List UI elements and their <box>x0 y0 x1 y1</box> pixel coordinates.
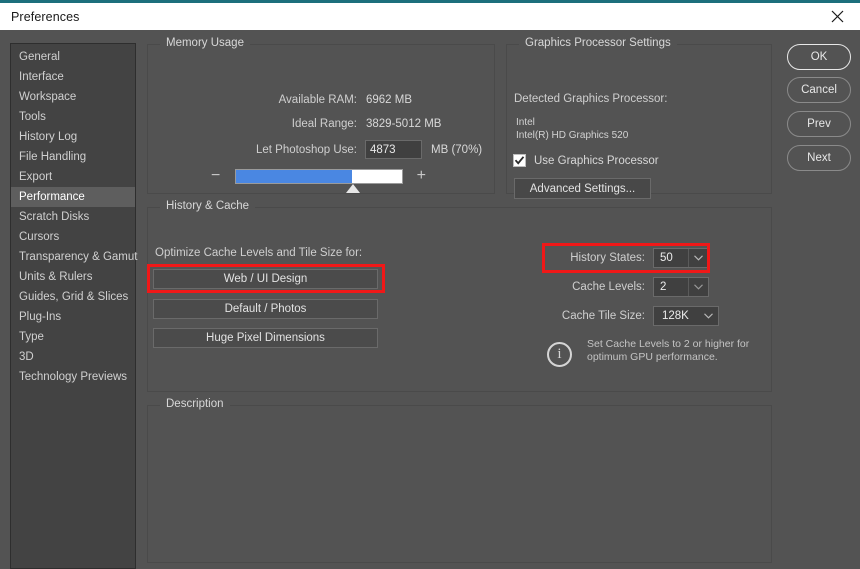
sidebar-item-general[interactable]: General <box>11 47 135 67</box>
description-group: Description <box>147 398 772 563</box>
slider-increase-icon[interactable]: + <box>417 168 426 184</box>
cache-tile-size-value: 128K <box>662 310 689 322</box>
available-ram-row: Available RAM: 6962 MB <box>147 94 412 106</box>
detected-gpu-label: Detected Graphics Processor: <box>514 93 668 105</box>
preferences-category-list[interactable]: General Interface Workspace Tools Histor… <box>10 43 137 569</box>
gpu-model: Intel(R) HD Graphics 520 <box>516 130 629 141</box>
chevron-down-icon[interactable] <box>688 278 708 296</box>
use-graphics-processor-label: Use Graphics Processor <box>534 154 659 167</box>
memory-amount-input[interactable]: 4873 <box>365 140 422 159</box>
sidebar-item-transparency-gamut[interactable]: Transparency & Gamut <box>11 247 137 267</box>
cache-levels-row: Cache Levels: 2 <box>500 277 709 297</box>
sidebar-item-cursors[interactable]: Cursors <box>11 227 135 247</box>
cache-tile-size-dropdown[interactable]: 128K <box>653 306 719 326</box>
next-button[interactable]: Next <box>787 145 851 171</box>
graphics-processor-group-title: Graphics Processor Settings <box>519 37 677 49</box>
cache-levels-dropdown[interactable]: 2 <box>653 277 709 297</box>
close-icon[interactable] <box>814 3 860 30</box>
history-states-dropdown[interactable]: 50 <box>653 248 709 268</box>
ideal-range-value: 3829-5012 MB <box>366 118 442 130</box>
let-photoshop-use-row: Let Photoshop Use: 4873 MB (70%) <box>147 140 482 159</box>
history-cache-group-title: History & Cache <box>160 200 256 212</box>
detected-gpu-row: Detected Graphics Processor: <box>514 93 667 105</box>
sidebar-item-3d[interactable]: 3D <box>11 347 135 367</box>
sidebar-item-type[interactable]: Type <box>11 327 135 347</box>
use-graphics-processor-row[interactable]: Use Graphics Processor <box>513 154 659 167</box>
ideal-range-label: Ideal Range: <box>291 118 357 130</box>
memory-unit-label: MB (70%) <box>431 143 483 156</box>
slider-fill <box>236 170 353 183</box>
history-states-value: 50 <box>660 252 673 264</box>
sidebar-item-plug-ins[interactable]: Plug-Ins <box>11 307 135 327</box>
sidebar-item-scratch-disks[interactable]: Scratch Disks <box>11 207 135 227</box>
sidebar-item-tools[interactable]: Tools <box>11 107 135 127</box>
cancel-button[interactable]: Cancel <box>787 77 851 103</box>
sidebar-item-technology-previews[interactable]: Technology Previews <box>11 367 135 387</box>
advanced-settings-button[interactable]: Advanced Settings... <box>514 178 651 199</box>
sidebar-item-workspace[interactable]: Workspace <box>11 87 135 107</box>
gpu-vendor: Intel <box>516 117 535 128</box>
sidebar-item-history-log[interactable]: History Log <box>11 127 135 147</box>
slider-decrease-icon[interactable]: − <box>211 168 220 184</box>
sidebar-item-performance[interactable]: Performance <box>11 187 135 207</box>
sidebar-item-units-rulers[interactable]: Units & Rulers <box>11 267 135 287</box>
preset-web-ui-design-button[interactable]: Web / UI Design <box>153 269 378 289</box>
history-states-label: History States: <box>570 252 645 264</box>
history-states-row: History States: 50 <box>500 248 709 268</box>
prev-button[interactable]: Prev <box>787 111 851 137</box>
cache-tile-size-row: Cache Tile Size: 128K <box>500 306 719 326</box>
cache-levels-label: Cache Levels: <box>572 281 645 293</box>
sidebar-item-guides-grid-slices[interactable]: Guides, Grid & Slices <box>11 287 135 307</box>
chevron-down-icon[interactable] <box>688 249 708 267</box>
cache-levels-value: 2 <box>660 281 667 293</box>
chevron-down-icon[interactable] <box>698 307 718 325</box>
description-group-title: Description <box>160 398 230 410</box>
use-graphics-processor-checkbox[interactable] <box>513 154 526 167</box>
available-ram-label: Available RAM: <box>278 94 357 106</box>
memory-usage-group-title: Memory Usage <box>160 37 250 49</box>
window-titlebar: Preferences <box>0 0 860 30</box>
preset-default-photos-button[interactable]: Default / Photos <box>153 299 378 319</box>
ok-button[interactable]: OK <box>787 44 851 70</box>
optimize-cache-label: Optimize Cache Levels and Tile Size for: <box>155 247 363 259</box>
available-ram-value: 6962 MB <box>366 94 413 106</box>
slider-track[interactable] <box>235 169 403 184</box>
sidebar-item-export[interactable]: Export <box>11 167 135 187</box>
sidebar-item-interface[interactable]: Interface <box>11 67 135 87</box>
graphics-processor-group: Graphics Processor Settings <box>506 37 772 194</box>
memory-slider[interactable]: − + <box>211 166 426 196</box>
cache-info-text: Set Cache Levels to 2 or higher for opti… <box>587 338 750 363</box>
sidebar-item-file-handling[interactable]: File Handling <box>11 147 135 167</box>
cache-tile-size-label: Cache Tile Size: <box>561 310 645 322</box>
preferences-dialog: General Interface Workspace Tools Histor… <box>0 30 860 569</box>
ideal-range-row: Ideal Range: 3829-5012 MB <box>147 118 442 130</box>
slider-thumb[interactable] <box>345 184 360 193</box>
window-title: Preferences <box>11 9 80 24</box>
info-icon: i <box>547 342 572 367</box>
preset-huge-pixel-dimensions-button[interactable]: Huge Pixel Dimensions <box>153 328 378 348</box>
let-photoshop-use-label: Let Photoshop Use: <box>255 143 357 156</box>
